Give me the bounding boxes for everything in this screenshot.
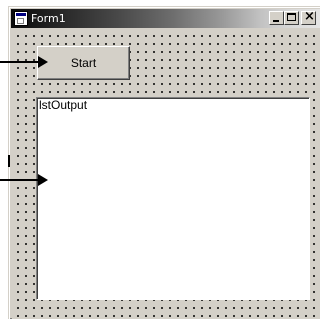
maximize-icon bbox=[287, 13, 296, 21]
listbox-name-label: lstOutput bbox=[39, 98, 88, 112]
close-icon: × bbox=[304, 9, 315, 24]
minimize-icon bbox=[273, 20, 279, 22]
title-bar[interactable]: Form1 × bbox=[11, 9, 320, 28]
window-title: Form1 bbox=[31, 12, 66, 25]
edge-marker bbox=[8, 155, 10, 167]
minimize-button[interactable] bbox=[269, 11, 284, 25]
start-button[interactable]: Start bbox=[37, 46, 130, 80]
arrow-right-icon bbox=[0, 56, 48, 68]
form1-window: Form1 × Start lstOutput bbox=[8, 6, 320, 319]
maximize-button[interactable] bbox=[284, 11, 299, 25]
form-app-icon[interactable] bbox=[14, 11, 28, 26]
close-button[interactable]: × bbox=[301, 9, 316, 25]
lst-output-listbox[interactable]: lstOutput bbox=[36, 97, 310, 300]
arrow-right-icon bbox=[0, 174, 48, 186]
form-design-surface: Start lstOutput bbox=[12, 30, 320, 319]
